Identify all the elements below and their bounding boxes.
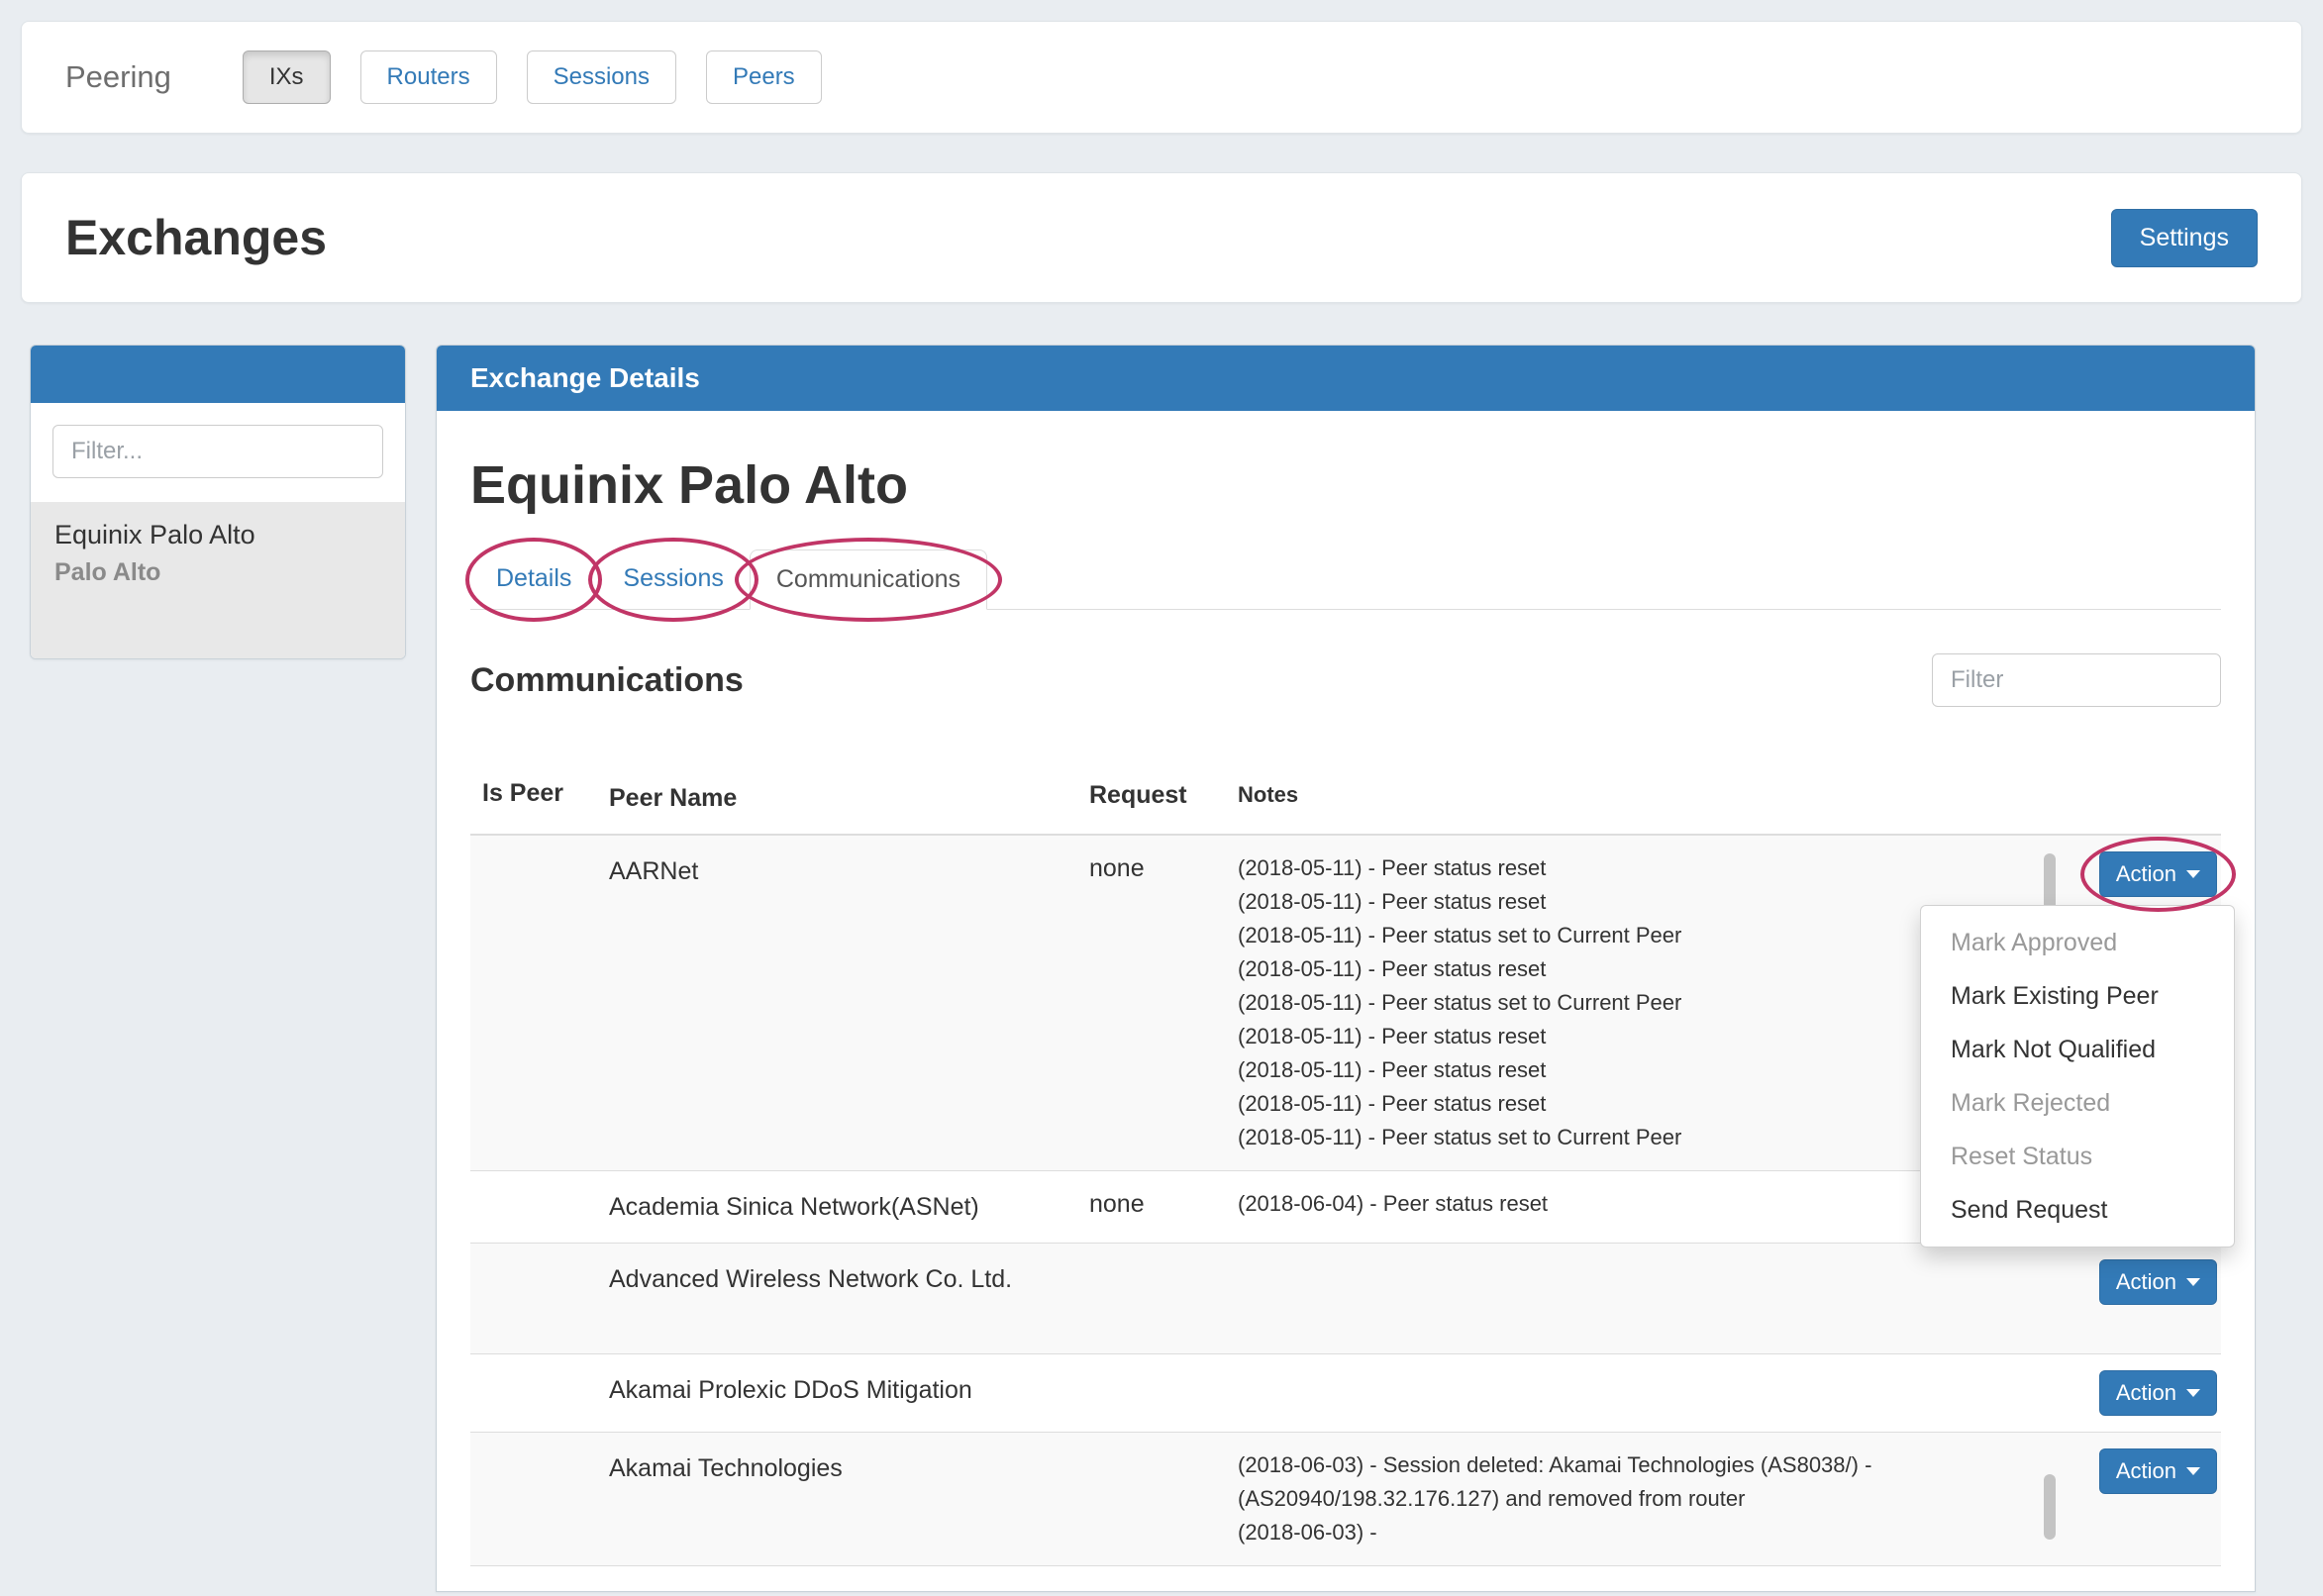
col-header-is-peer: Is Peer (470, 778, 609, 818)
menu-item-mark-existing-peer[interactable]: Mark Existing Peer (1921, 969, 2234, 1023)
menu-item-send-request[interactable]: Send Request (1921, 1183, 2234, 1237)
app-brand: Peering (65, 59, 171, 95)
exchange-list-panel-header (31, 346, 405, 403)
action-dropdown-menu: Mark Approved Mark Existing Peer Mark No… (1920, 905, 2235, 1247)
tab-sessions[interactable]: Sessions (597, 549, 749, 610)
request-cell: none (1089, 1187, 1238, 1227)
nav-routers-button[interactable]: Routers (360, 50, 497, 104)
tab-details-label: Details (496, 564, 571, 592)
request-cell: none (1089, 851, 1238, 1154)
peer-name-cell: Advanced Wireless Network Co. Ltd. (609, 1259, 1089, 1338)
action-button-label: Action (2116, 1460, 2176, 1482)
table-row: Akamai Technologies (2018-06-03) - Sessi… (470, 1433, 2221, 1566)
exchange-details-header: Exchange Details (437, 346, 2255, 411)
exchange-list-item[interactable]: Equinix Palo Alto Palo Alto (31, 502, 405, 658)
notes-scrollbar[interactable] (2044, 1474, 2056, 1540)
tab-details[interactable]: Details (470, 549, 597, 610)
is-peer-cell (470, 1187, 609, 1227)
table-row: Advanced Wireless Network Co. Ltd. Actio… (470, 1244, 2221, 1354)
settings-button[interactable]: Settings (2111, 209, 2258, 267)
menu-item-mark-not-qualified[interactable]: Mark Not Qualified (1921, 1023, 2234, 1076)
menu-item-reset-status[interactable]: Reset Status (1921, 1130, 2234, 1183)
action-button-label: Action (2116, 1271, 2176, 1293)
exchange-filter-input[interactable] (52, 425, 383, 478)
peer-name-cell: Akamai Technologies (609, 1448, 1089, 1549)
menu-item-mark-rejected[interactable]: Mark Rejected (1921, 1076, 2234, 1130)
exchange-city: Palo Alto (54, 558, 381, 587)
peer-name-cell: Academia Sinica Network(ASNet) (609, 1187, 1089, 1227)
request-cell (1089, 1259, 1238, 1338)
request-cell (1089, 1370, 1238, 1416)
caret-down-icon (2186, 1278, 2200, 1286)
peer-name-cell: AARNet (609, 851, 1089, 1154)
exchange-list-body (31, 403, 405, 478)
exchange-details-panel: Exchange Details Equinix Palo Alto Detai… (436, 345, 2256, 1592)
caret-down-icon (2186, 1389, 2200, 1397)
is-peer-cell (470, 1370, 609, 1416)
page-title: Exchanges (65, 209, 327, 266)
action-button-label: Action (2116, 1382, 2176, 1404)
peer-name-cell: Akamai Prolexic DDoS Mitigation (609, 1370, 1089, 1416)
tab-communications[interactable]: Communications (750, 549, 987, 610)
exchange-list-panel: Equinix Palo Alto Palo Alto (30, 345, 406, 659)
exchange-details-body: Equinix Palo Alto Details Sessions Commu… (437, 411, 2255, 1596)
action-button[interactable]: Action (2099, 1370, 2217, 1416)
request-cell (1089, 1448, 1238, 1549)
communications-section-header: Communications (470, 653, 2221, 707)
communications-title: Communications (470, 661, 744, 700)
notes-cell: (2018-06-03) - Session deleted: Akamai T… (1238, 1448, 2030, 1549)
table-row: Akamai Prolexic DDoS Mitigation Action (470, 1354, 2221, 1433)
tab-sessions-label: Sessions (623, 564, 723, 592)
menu-item-mark-approved[interactable]: Mark Approved (1921, 916, 2234, 969)
notes-cell (1238, 1259, 2030, 1338)
exchange-title: Equinix Palo Alto (470, 454, 2221, 516)
notes-cell: (2018-06-04) - Peer status reset (1238, 1187, 2030, 1227)
communications-table: Is Peer Peer Name Request Notes AARNet n… (470, 778, 2221, 1566)
col-header-peer-name: Peer Name (609, 778, 1089, 818)
is-peer-cell (470, 1259, 609, 1338)
action-button[interactable]: Action (2099, 1259, 2217, 1305)
table-header-row: Is Peer Peer Name Request Notes (470, 778, 2221, 836)
communications-filter-input[interactable] (1932, 653, 2221, 707)
tab-communications-label: Communications (776, 565, 960, 593)
detail-tabs: Details Sessions Communications (470, 549, 2221, 610)
caret-down-icon (2186, 1467, 2200, 1475)
action-button-label: Action (2116, 863, 2176, 885)
col-header-request: Request (1089, 778, 1238, 818)
action-button[interactable]: Action (2099, 851, 2217, 897)
is-peer-cell (470, 1448, 609, 1549)
page-header: Exchanges Settings (21, 172, 2302, 303)
is-peer-cell (470, 851, 609, 1154)
nav-ixs-button[interactable]: IXs (243, 50, 331, 104)
col-header-notes: Notes (1238, 778, 2030, 818)
notes-cell (1238, 1370, 2030, 1416)
nav-sessions-button[interactable]: Sessions (527, 50, 676, 104)
exchange-name: Equinix Palo Alto (54, 520, 381, 550)
notes-cell: (2018-05-11) - Peer status reset (2018-0… (1238, 851, 2030, 1154)
table-row: AARNet none (2018-05-11) - Peer status r… (470, 836, 2221, 1171)
nav-peers-button[interactable]: Peers (706, 50, 822, 104)
top-navbar: Peering IXs Routers Sessions Peers (21, 21, 2302, 134)
caret-down-icon (2186, 870, 2200, 878)
action-button[interactable]: Action (2099, 1448, 2217, 1494)
